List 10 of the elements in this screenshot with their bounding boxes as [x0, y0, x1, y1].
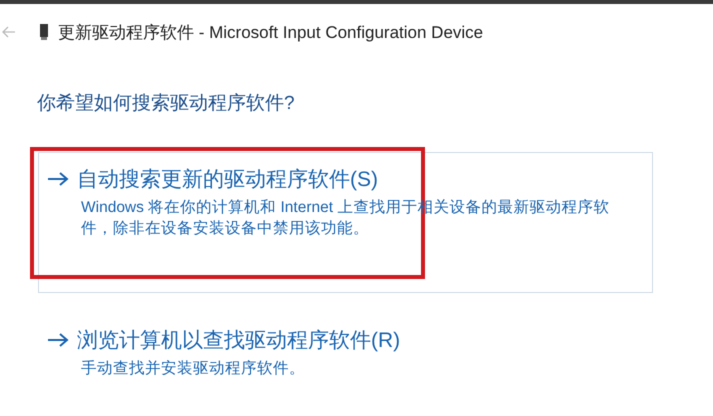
option-title: 浏览计算机以查找驱动程序软件(R): [77, 328, 400, 354]
option-description: 手动查找并安装驱动程序软件。: [80, 359, 306, 379]
option-card[interactable]: 浏览计算机以查找驱动程序软件(R) 手动查找并安装驱动程序软件。: [38, 313, 653, 398]
arrow-icon: [47, 172, 69, 186]
heading: 你希望如何搜索驱动程序软件?: [37, 92, 296, 116]
back-arrow-icon[interactable]: [2, 26, 16, 38]
device-icon: [40, 24, 48, 40]
window-title: 更新驱动程序软件 - Microsoft Input Configuration Device: [58, 22, 484, 44]
arrow-icon: [47, 333, 69, 347]
option-title: 自动搜索更新的驱动程序软件(S): [77, 167, 378, 193]
